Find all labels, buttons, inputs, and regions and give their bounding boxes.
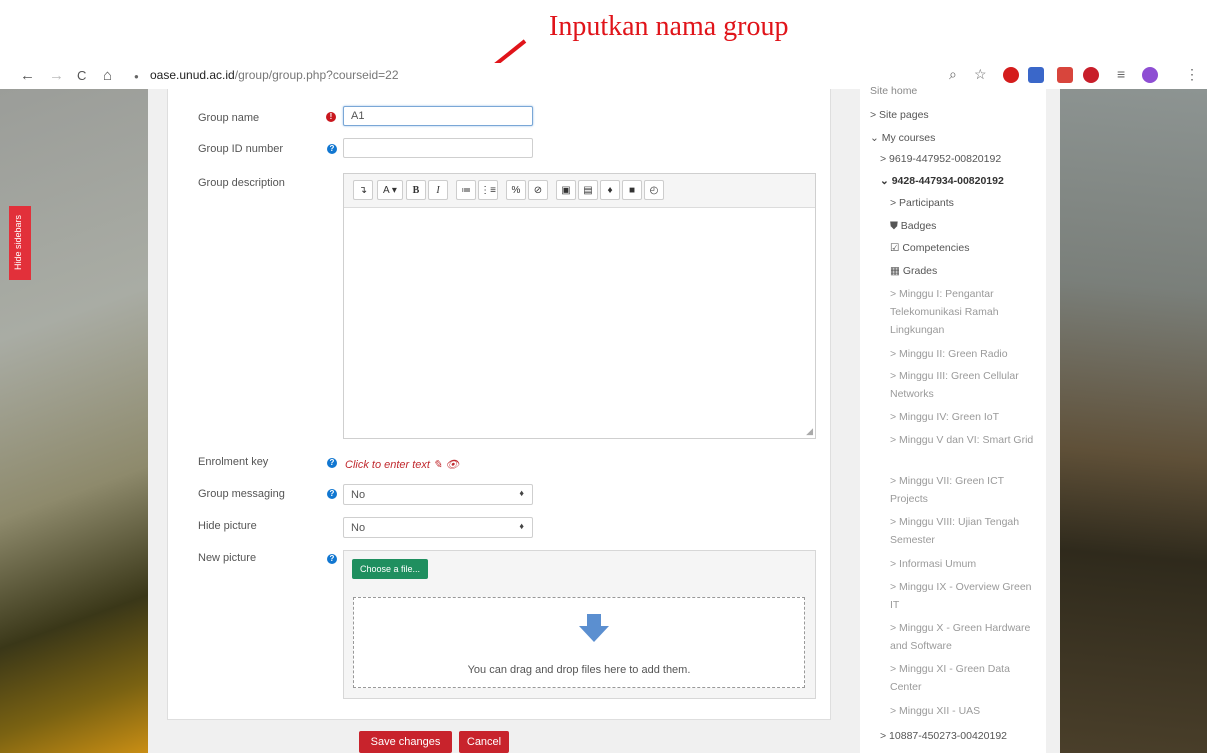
sidebar-item-section[interactable]: > Minggu VIII: Ujian Tengah Semester bbox=[890, 513, 1040, 549]
sidebar-item-current-course[interactable]: ⌄ 9428-447934-00820192 bbox=[880, 175, 1004, 187]
hide-sidebars-label: Hide sidebars bbox=[13, 214, 23, 270]
address-bar[interactable]: oase.unud.ac.id/group/group.php?courseid… bbox=[150, 68, 399, 82]
ordered-list-icon[interactable]: ⋮≡ bbox=[478, 180, 498, 200]
group-name-input[interactable]: A1 bbox=[343, 106, 533, 126]
gutter bbox=[848, 89, 860, 753]
video-icon[interactable]: ■ bbox=[622, 180, 642, 200]
hide-sidebars-button[interactable]: Hide sidebars bbox=[9, 206, 31, 280]
profile-avatar[interactable] bbox=[1142, 67, 1158, 83]
sidebar-item-course[interactable]: > 9619-447952-00820192 bbox=[880, 153, 1001, 165]
background-image bbox=[0, 89, 148, 753]
home-icon[interactable]: ⌂ bbox=[103, 67, 112, 84]
bookmark-star-icon[interactable]: ☆ bbox=[974, 66, 987, 83]
sidebar-item-competencies[interactable]: ☑ Competencies bbox=[890, 242, 969, 254]
reload-icon[interactable]: C bbox=[77, 68, 86, 83]
back-icon[interactable]: ← bbox=[20, 67, 35, 84]
sidebar-item-section[interactable]: > Informasi Umum bbox=[890, 555, 1040, 573]
gutter bbox=[1046, 89, 1060, 753]
group-description-label: Group description bbox=[198, 177, 285, 189]
help-icon[interactable]: ? bbox=[327, 489, 337, 499]
editor-toolbar: ↴ A ▾ B I ≔ ⋮≡ % ⊘ ▣ ▤ ♦ ■ ◴ bbox=[344, 174, 815, 208]
lock-icon: ● bbox=[134, 72, 139, 81]
media-icon[interactable]: ▤ bbox=[578, 180, 598, 200]
sidebar-item-section[interactable]: > Minggu IV: Green IoT bbox=[890, 408, 1040, 426]
choose-file-button[interactable]: Choose a file... bbox=[352, 559, 429, 579]
cancel-button[interactable]: Cancel bbox=[459, 731, 509, 753]
sidebar-item-section[interactable]: > Minggu XII - UAS bbox=[890, 702, 1040, 720]
sidebar-item-section[interactable]: > Minggu VII: Green ICT Projects bbox=[890, 472, 1040, 508]
sidebar-item-section[interactable]: > Minggu III: Green Cellular Networks bbox=[890, 367, 1040, 403]
paragraph-style-icon[interactable]: A ▾ bbox=[377, 180, 403, 200]
sidebar-item-grades[interactable]: ▦ Grades bbox=[890, 265, 937, 277]
zoom-icon[interactable]: ⌕ bbox=[949, 66, 957, 83]
group-id-label: Group ID number bbox=[198, 143, 283, 155]
menu-icon[interactable]: ⋮ bbox=[1185, 66, 1199, 83]
group-messaging-value: No bbox=[351, 489, 366, 501]
microphone-icon[interactable]: ♦ bbox=[600, 180, 620, 200]
extension-icon[interactable] bbox=[1057, 67, 1073, 83]
enrolment-key-label: Enrolment key bbox=[198, 456, 269, 468]
collapse-toolbar-icon[interactable]: ↴ bbox=[353, 180, 373, 200]
sidebar-item-section[interactable]: > Minggu X - Green Hardware and Software bbox=[890, 619, 1040, 655]
main-content: Group name ! A1 Group ID number ? Group … bbox=[148, 89, 848, 753]
enrolment-key-edit-link[interactable]: Click to enter text ✎ 👁 bbox=[345, 458, 459, 471]
browser-toolbar: ← → C ⌂ ● oase.unud.ac.id/group/group.ph… bbox=[0, 63, 1207, 89]
sidebar-item-section[interactable]: > Minggu II: Green Radio bbox=[890, 345, 1040, 363]
hide-picture-value: No bbox=[351, 522, 366, 534]
dropzone-text: You can drag and drop files here to add … bbox=[467, 664, 691, 676]
new-picture-label: New picture bbox=[198, 552, 257, 564]
sidebar-item-section[interactable]: > Minggu V dan VI: Smart Grid bbox=[890, 431, 1040, 449]
select-caret-icon: ♦ bbox=[519, 488, 524, 498]
file-dropzone[interactable]: You can drag and drop files here to add … bbox=[353, 597, 805, 688]
unordered-list-icon[interactable]: ≔ bbox=[456, 180, 476, 200]
opera-extension-icon[interactable] bbox=[1003, 67, 1019, 83]
hide-picture-select[interactable]: No ♦ bbox=[343, 517, 533, 538]
required-icon: ! bbox=[326, 112, 336, 122]
forward-icon[interactable]: → bbox=[49, 67, 64, 84]
group-messaging-label: Group messaging bbox=[198, 488, 285, 500]
image-icon[interactable]: ▣ bbox=[556, 180, 576, 200]
help-icon[interactable]: ? bbox=[327, 144, 337, 154]
sidebar-item-my-courses[interactable]: ⌄ My courses bbox=[870, 132, 935, 144]
italic-icon[interactable]: I bbox=[428, 180, 448, 200]
group-form: Group name ! A1 Group ID number ? Group … bbox=[167, 89, 831, 720]
unlink-icon[interactable]: ⊘ bbox=[528, 180, 548, 200]
sidebar-item-course[interactable]: > 10887-450273-00420192 bbox=[880, 730, 1007, 742]
sidebar-item-section[interactable]: > Minggu XI - Green Data Center bbox=[890, 660, 1040, 696]
select-caret-icon: ♦ bbox=[519, 521, 524, 531]
sidebar-item-section[interactable]: > Minggu IX - Overview Green IT bbox=[890, 578, 1040, 614]
resize-handle-icon[interactable]: ◢ bbox=[806, 426, 813, 437]
help-icon[interactable]: ? bbox=[327, 458, 337, 468]
link-icon[interactable]: % bbox=[506, 180, 526, 200]
save-changes-button[interactable]: Save changes bbox=[359, 731, 452, 753]
manage-files-icon[interactable]: ◴ bbox=[644, 180, 664, 200]
description-editor[interactable]: ↴ A ▾ B I ≔ ⋮≡ % ⊘ ▣ ▤ ♦ ■ ◴ ◢ bbox=[343, 173, 816, 439]
reading-list-icon[interactable]: ≡ bbox=[1117, 66, 1125, 82]
hide-picture-label: Hide picture bbox=[198, 520, 257, 532]
file-picker: Choose a file... You can drag and drop f… bbox=[343, 550, 816, 699]
url-path: /group/group.php?courseid=22 bbox=[234, 68, 399, 82]
sidebar-item-participants[interactable]: > Participants bbox=[890, 197, 954, 209]
adblock-icon[interactable] bbox=[1083, 67, 1099, 83]
navigation-sidebar: Site home > Site pages ⌄ My courses > 96… bbox=[860, 85, 1046, 753]
sidebar-item-section[interactable]: > Minggu I: Pengantar Telekomunikasi Ram… bbox=[890, 285, 1040, 339]
download-arrow-icon bbox=[579, 614, 609, 642]
group-messaging-select[interactable]: No ♦ bbox=[343, 484, 533, 505]
sidebar-item-badges[interactable]: ⛊ Badges bbox=[890, 220, 936, 233]
background-image bbox=[1060, 89, 1207, 753]
help-icon[interactable]: ? bbox=[327, 554, 337, 564]
url-host: oase.unud.ac.id bbox=[150, 68, 235, 82]
sidebar-item-site-home[interactable]: Site home bbox=[870, 85, 917, 97]
sidebar-item-site-pages[interactable]: > Site pages bbox=[870, 109, 929, 121]
group-id-input[interactable] bbox=[343, 138, 533, 158]
bold-icon[interactable]: B bbox=[406, 180, 426, 200]
extension-icon[interactable] bbox=[1028, 67, 1044, 83]
group-name-label: Group name bbox=[198, 112, 260, 124]
